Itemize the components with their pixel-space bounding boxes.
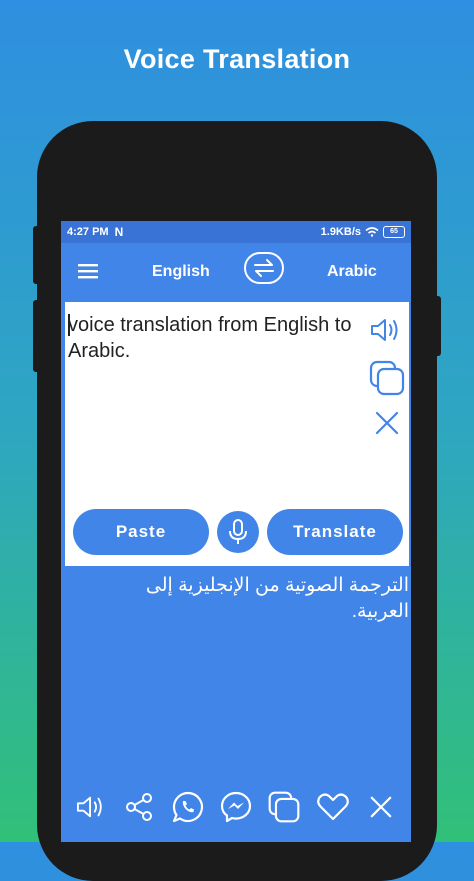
input-card: voice translation from English to Arabic… [65,302,409,566]
copy-icon [369,360,405,396]
favorite-button[interactable] [315,789,351,825]
wifi-icon [365,227,379,237]
source-language-button[interactable]: English [152,263,210,281]
messenger-share-button[interactable] [218,789,254,825]
paste-button[interactable]: Paste [73,509,209,555]
speak-input-button[interactable] [368,312,404,348]
swap-languages-button[interactable] [244,252,284,284]
speaker-icon [77,796,102,818]
network-speed: 1.9KB/s [320,226,361,238]
voice-input-button[interactable] [217,511,259,553]
status-bar: 4:27 PM N 1.9KB/s 65 [61,221,411,243]
copy-icon [268,791,300,823]
translate-button[interactable]: Translate [267,509,403,555]
source-text-input[interactable]: voice translation from English to Arabic… [68,312,358,364]
swap-icon [254,259,274,277]
clear-output-button[interactable] [363,789,399,825]
app-screen: 4:27 PM N 1.9KB/s 65 English Arabic voic… [61,221,411,842]
output-toolbar [61,787,411,827]
target-language-button[interactable]: Arabic [327,263,377,281]
status-time: 4:27 PM [67,226,109,238]
battery-indicator: 65 [383,226,405,238]
clear-input-button[interactable] [372,408,402,438]
notification-icon: N [114,225,124,239]
whatsapp-icon [172,791,203,823]
share-button[interactable] [121,789,157,825]
promo-headline: Voice Translation [123,44,351,74]
copy-output-button[interactable] [266,789,302,825]
whatsapp-share-button[interactable] [170,789,206,825]
app-bar: English Arabic [61,243,411,301]
copy-input-button[interactable] [368,359,406,397]
translated-text: الترجمة الصوتية من الإنجليزية إلى العربي… [145,575,409,622]
share-icon [126,793,153,821]
close-icon [370,796,392,818]
speak-output-button[interactable] [73,789,109,825]
microphone-icon [229,519,247,544]
heart-icon [316,793,349,821]
menu-icon[interactable] [77,262,99,280]
speaker-icon [371,319,398,341]
messenger-icon [220,791,252,823]
close-icon [375,411,399,435]
output-panel: الترجمة الصوتية من الإنجليزية إلى العربي… [61,567,411,842]
